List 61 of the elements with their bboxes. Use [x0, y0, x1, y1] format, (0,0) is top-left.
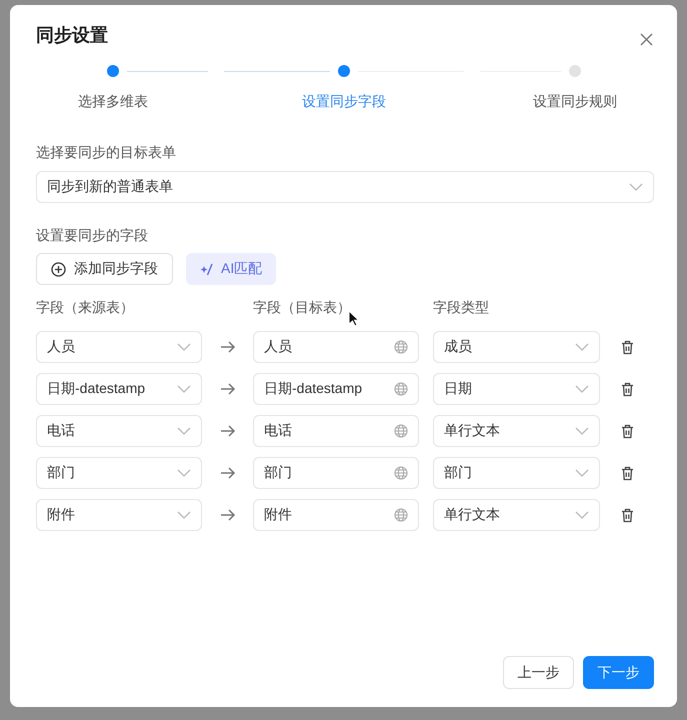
chevron-icon: [575, 511, 589, 519]
source-field-select[interactable]: 部门: [36, 457, 202, 489]
chevron-icon: [177, 385, 191, 393]
chevron-icon: [177, 427, 191, 435]
target-field-input[interactable]: 人员: [253, 331, 419, 363]
arrow-icon: [220, 383, 236, 395]
add-field-button[interactable]: 添加同步字段: [36, 253, 173, 285]
select-field[interactable]: 同步到新的普通表单: [36, 171, 654, 203]
source-field-select[interactable]: 附件: [36, 499, 202, 531]
globe-icon: [394, 508, 408, 522]
sparkle-icon: [200, 262, 213, 276]
field-type-select[interactable]: 单行文本: [433, 499, 600, 531]
source-field-select[interactable]: 人员: [36, 331, 202, 363]
chevron-icon: [575, 385, 589, 393]
globe-icon: [394, 466, 408, 480]
field-type-select[interactable]: 单行文本: [433, 415, 600, 447]
column-header: 字段（目标表）: [253, 299, 351, 317]
chevron-icon: [575, 343, 589, 351]
trash-icon[interactable]: [620, 508, 634, 522]
globe-icon: [394, 424, 408, 438]
field-type-select[interactable]: 部门: [433, 457, 600, 489]
step-dot: [107, 65, 119, 77]
step-tab[interactable]: 选择多维表: [78, 93, 148, 111]
step-dot: [338, 65, 350, 77]
arrow-icon: [220, 467, 236, 479]
target-field-input[interactable]: 电话: [253, 415, 419, 447]
column-header: 字段类型: [433, 299, 489, 317]
cursor-icon: [348, 310, 359, 327]
trash-icon[interactable]: [620, 340, 634, 354]
arrow-icon: [220, 509, 236, 521]
step-tab[interactable]: 设置同步字段: [302, 93, 386, 111]
chevron-icon: [629, 183, 643, 191]
trash-icon[interactable]: [620, 466, 634, 480]
next-button[interactable]: 下一步: [583, 656, 654, 689]
step-tab[interactable]: 设置同步规则: [533, 93, 617, 111]
field-label: 选择要同步的目标表单: [36, 144, 177, 162]
ai-match-button[interactable]: AI匹配: [186, 253, 276, 285]
close-icon[interactable]: [640, 32, 653, 46]
column-header: 字段（来源表）: [36, 299, 134, 317]
arrow-icon: [220, 425, 236, 437]
chevron-icon: [177, 469, 191, 477]
plus-circle-icon: [51, 262, 66, 276]
source-field-select[interactable]: 电话: [36, 415, 202, 447]
target-field-input[interactable]: 附件: [253, 499, 419, 531]
trash-icon[interactable]: [620, 424, 634, 438]
chevron-icon: [575, 469, 589, 477]
arrow-icon: [220, 341, 236, 353]
chevron-icon: [177, 511, 191, 519]
field-type-select[interactable]: 成员: [433, 331, 600, 363]
globe-icon: [394, 382, 408, 396]
target-field-input[interactable]: 日期-datestamp: [253, 373, 419, 405]
target-field-input[interactable]: 部门: [253, 457, 419, 489]
field-type-select[interactable]: 日期: [433, 373, 600, 405]
field-label: 设置要同步的字段: [36, 227, 149, 245]
dialog-title: 同步设置: [36, 24, 108, 47]
previous-button[interactable]: 上一步: [503, 656, 574, 689]
trash-icon[interactable]: [620, 382, 634, 396]
chevron-icon: [575, 427, 589, 435]
chevron-icon: [177, 343, 191, 351]
globe-icon: [394, 340, 408, 354]
source-field-select[interactable]: 日期-datestamp: [36, 373, 202, 405]
